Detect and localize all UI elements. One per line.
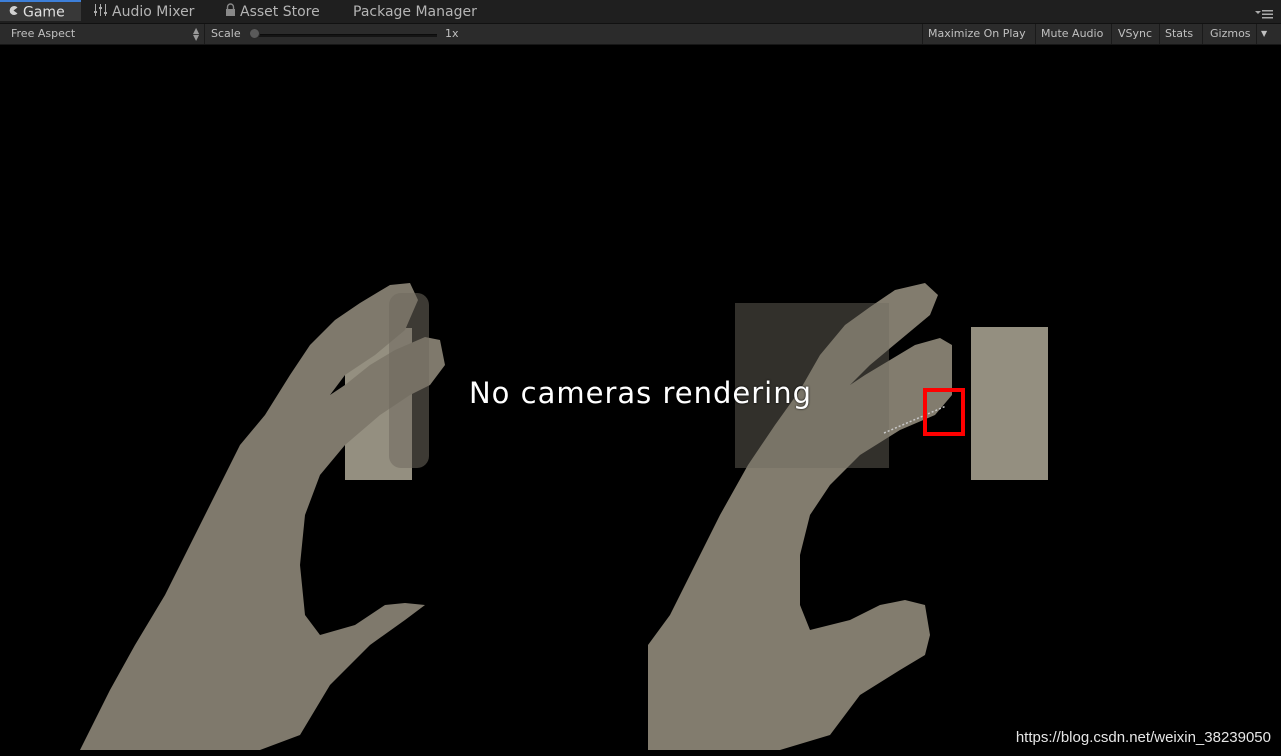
- game-viewport[interactable]: No cameras rendering https://blog.csdn.n…: [0, 45, 1281, 756]
- toolbar-divider: [1035, 24, 1036, 44]
- lock-icon: [225, 0, 236, 24]
- scale-slider-handle[interactable]: [249, 28, 260, 39]
- tab-asset-store[interactable]: Asset Store: [225, 0, 320, 23]
- mute-audio-toggle[interactable]: Mute Audio: [1041, 24, 1103, 44]
- aspect-label: Free Aspect: [11, 27, 76, 40]
- tab-label: Package Manager: [353, 4, 477, 20]
- game-icon: [8, 2, 19, 23]
- tab-menu-icon[interactable]: [1255, 5, 1273, 24]
- tab-label: Asset Store: [240, 4, 320, 20]
- tab-package-manager[interactable]: Package Manager: [353, 0, 477, 23]
- tab-audio-mixer[interactable]: Audio Mixer: [94, 0, 194, 23]
- maximize-on-play-toggle[interactable]: Maximize On Play: [928, 24, 1026, 44]
- toolbar-divider: [204, 24, 205, 44]
- toolbar-divider: [1159, 24, 1160, 44]
- dropdown-arrows-icon: ▲ ▼: [193, 26, 200, 42]
- gizmos-dropdown-icon[interactable]: ▼: [1261, 24, 1267, 44]
- gizmos-toggle[interactable]: Gizmos: [1210, 24, 1251, 44]
- toolbar-divider: [1111, 24, 1112, 44]
- aspect-dropdown[interactable]: Free Aspect: [11, 24, 75, 44]
- no-cameras-message: No cameras rendering: [468, 376, 812, 410]
- toolbar-divider: [1256, 24, 1257, 44]
- game-toolbar: Free Aspect ▲ ▼ Scale 1x Maximize On Play…: [0, 24, 1281, 45]
- editor-tab-bar: Game Audio Mixer Asset Store Package Man…: [0, 0, 1281, 24]
- toolbar-divider: [922, 24, 923, 44]
- watermark-text: https://blog.csdn.net/weixin_38239050: [1015, 729, 1271, 746]
- toolbar-divider: [1202, 24, 1203, 44]
- scale-value: 1x: [445, 27, 459, 40]
- scale-slider-track[interactable]: [253, 34, 437, 37]
- tab-label: Game: [23, 4, 65, 21]
- vsync-toggle[interactable]: VSync: [1118, 24, 1152, 44]
- tab-label: Audio Mixer: [112, 4, 195, 20]
- mixer-icon: [94, 0, 108, 24]
- tab-game[interactable]: Game: [0, 0, 81, 21]
- scale-label: Scale: [211, 27, 241, 40]
- stats-toggle[interactable]: Stats: [1165, 24, 1193, 44]
